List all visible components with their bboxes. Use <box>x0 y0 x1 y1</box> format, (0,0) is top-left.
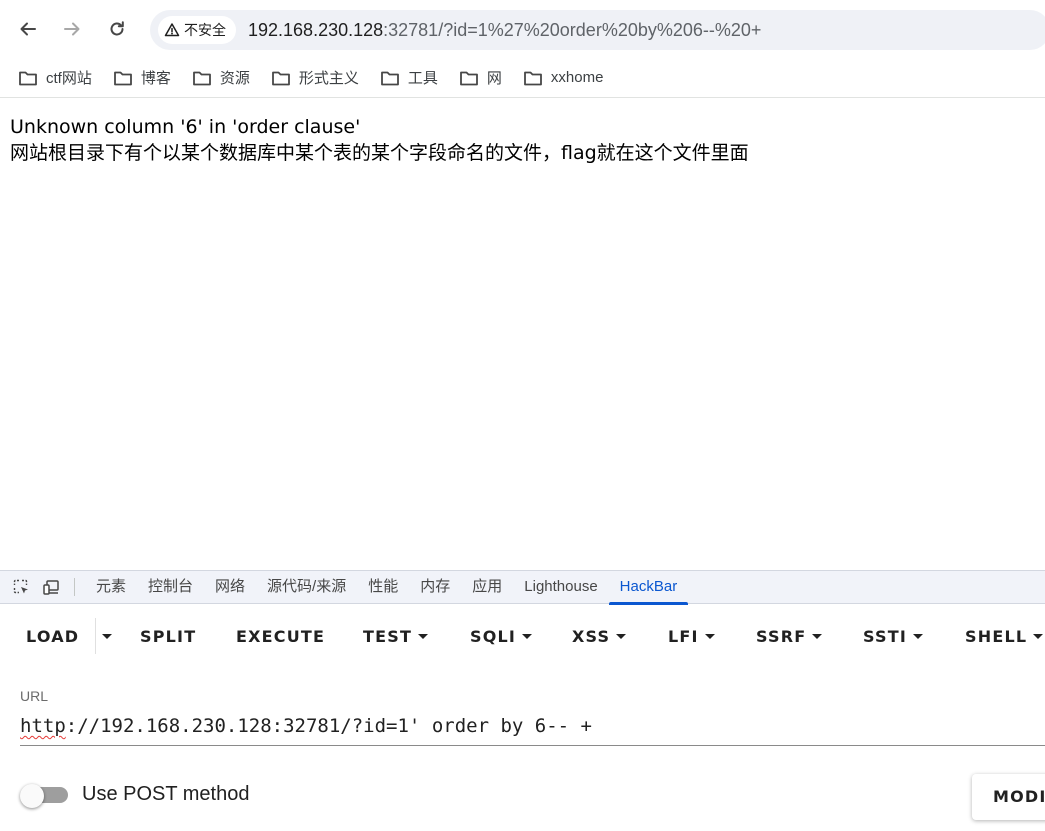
warning-icon <box>164 23 180 37</box>
bookmark-label: 工具 <box>407 70 438 87</box>
bookmark-folder[interactable]: xxhome <box>515 63 612 93</box>
url-field-label: URL <box>20 688 49 704</box>
folder-icon <box>380 71 399 85</box>
test-menu-button[interactable]: TEST <box>363 614 429 658</box>
xss-label: XSS <box>572 626 611 646</box>
bookmark-folder[interactable]: 博客 <box>105 63 179 93</box>
sqli-menu-button[interactable]: SQLI <box>470 614 533 658</box>
bookmark-folder[interactable]: ctf网站 <box>10 63 100 93</box>
post-method-toggle[interactable] <box>20 784 68 808</box>
chevron-down-icon <box>616 633 627 639</box>
tab-hackbar[interactable]: HackBar <box>608 570 689 605</box>
forward-button[interactable] <box>55 12 89 46</box>
tab-application[interactable]: 应用 <box>461 570 513 604</box>
chevron-down-icon <box>704 633 715 639</box>
hackbar-toolbar: LOAD SPLIT EXECUTE TEST SQLI XSS LFI SSR… <box>0 614 1045 658</box>
bookmark-label: 网 <box>486 70 502 87</box>
address-bar[interactable]: 不安全 192.168.230.128:32781/?id=1%27%20ord… <box>150 10 1045 50</box>
tab-memory[interactable]: 内存 <box>409 570 461 604</box>
lfi-menu-button[interactable]: LFI <box>668 614 715 658</box>
hint-message: 网站根目录下有个以某个数据库中某个表的某个字段命名的文件，flag就在这个文件里… <box>10 142 749 164</box>
bookmark-label: 博客 <box>140 70 171 87</box>
tab-lighthouse[interactable]: Lighthouse <box>513 570 608 604</box>
execute-label: EXECUTE <box>236 626 326 646</box>
browser-toolbar: 不安全 192.168.230.128:32781/?id=1%27%20ord… <box>0 0 1045 58</box>
devtools-panel: 元素 控制台 网络 源代码/来源 性能 内存 应用 Lighthouse Hac… <box>0 570 1045 831</box>
ssrf-label: SSRF <box>756 626 807 646</box>
back-button[interactable] <box>11 12 45 46</box>
bookmark-label: 资源 <box>219 70 250 87</box>
tab-sources[interactable]: 源代码/来源 <box>256 570 357 604</box>
execute-button[interactable]: EXECUTE <box>236 614 325 658</box>
folder-icon <box>192 71 211 85</box>
folder-icon <box>19 71 37 85</box>
error-message: Unknown column '6' in 'order clause' <box>10 116 361 138</box>
test-label: TEST <box>363 626 413 646</box>
device-icon <box>43 580 59 595</box>
chevron-down-icon <box>522 633 533 639</box>
lfi-label: LFI <box>668 626 699 646</box>
ssti-label: SSTI <box>863 626 907 646</box>
page-content: Unknown column '6' in 'order clause' 网站根… <box>10 114 1040 166</box>
split-label: SPLIT <box>140 626 197 646</box>
security-indicator[interactable]: 不安全 <box>158 16 236 44</box>
url-scheme: http <box>20 715 66 737</box>
modify-label: MODIFY <box>993 787 1045 806</box>
bookmarks-bar: ctf网站 博客 资源 形式主义 工具 网 xxhome <box>0 58 1045 98</box>
inspect-element-button[interactable] <box>8 574 34 600</box>
folder-icon <box>460 71 478 85</box>
hackbar-url-input[interactable]: http://192.168.230.128:32781/?id=1' orde… <box>20 712 1045 746</box>
url-value: ://192.168.230.128:32781/?id=1' order by… <box>65 715 592 737</box>
reload-icon <box>110 21 124 36</box>
sqli-label: SQLI <box>470 626 517 646</box>
chevron-down-icon <box>418 633 429 639</box>
chevron-down-icon <box>812 633 823 639</box>
tab-elements[interactable]: 元素 <box>85 570 137 604</box>
devtools-tab-bar: 元素 控制台 网络 源代码/来源 性能 内存 应用 Lighthouse Hac… <box>0 570 1045 605</box>
toggle-thumb <box>20 784 44 808</box>
security-label: 不安全 <box>184 22 226 38</box>
ssrf-menu-button[interactable]: SSRF <box>756 614 823 658</box>
back-arrow-icon <box>20 22 36 36</box>
url-host: 192.168.230.128 <box>248 19 384 40</box>
modify-header-button[interactable]: MODIFY <box>972 774 1045 820</box>
xss-menu-button[interactable]: XSS <box>572 614 627 658</box>
ssti-menu-button[interactable]: SSTI <box>863 614 923 658</box>
bookmark-label: xxhome <box>550 69 604 86</box>
address-url[interactable]: 192.168.230.128:32781/?id=1%27%20order%2… <box>248 20 761 41</box>
chevron-down-icon <box>102 633 112 639</box>
folder-icon <box>524 71 542 85</box>
split-button[interactable]: SPLIT <box>140 614 196 658</box>
forward-arrow-icon <box>64 22 80 36</box>
chevron-down-icon <box>1033 633 1044 639</box>
bookmark-label: ctf网站 <box>46 70 92 87</box>
tab-network[interactable]: 网络 <box>204 570 256 604</box>
shell-label: SHELL <box>965 626 1028 646</box>
bookmark-folder[interactable]: 形式主义 <box>263 63 367 93</box>
select-element-icon <box>13 579 28 594</box>
bookmark-folder[interactable]: 资源 <box>184 63 258 93</box>
folder-icon <box>271 71 290 85</box>
bookmark-folder[interactable]: 工具 <box>372 63 446 93</box>
load-menu-button[interactable] <box>97 614 117 658</box>
load-divider <box>95 618 96 654</box>
reload-button[interactable] <box>100 12 134 46</box>
url-path: :32781/?id=1%27%20order%20by%206--%20+ <box>383 19 762 40</box>
device-toolbar-button[interactable] <box>38 574 64 600</box>
tab-performance[interactable]: 性能 <box>357 570 409 604</box>
bookmark-label: 形式主义 <box>298 70 359 87</box>
tab-console[interactable]: 控制台 <box>137 570 204 604</box>
shell-menu-button[interactable]: SHELL <box>965 614 1044 658</box>
tab-divider <box>74 578 75 596</box>
folder-icon <box>113 71 132 85</box>
load-button[interactable]: LOAD <box>26 614 79 658</box>
bookmark-folder[interactable]: 网 <box>451 63 510 93</box>
chevron-down-icon <box>913 633 923 639</box>
load-label: LOAD <box>26 626 80 646</box>
post-method-label: Use POST method <box>82 783 250 805</box>
